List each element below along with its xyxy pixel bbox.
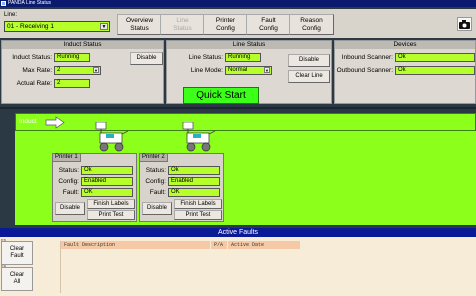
active-faults-header: Active Faults: [0, 228, 476, 237]
line-status-value: Running: [225, 53, 261, 62]
app-icon: [1, 1, 6, 6]
printer-fault-label: Fault:: [62, 189, 79, 196]
printer-fault-label: Fault:: [149, 189, 166, 196]
printer-config-button[interactable]: Printer Config: [203, 14, 248, 35]
line-mode-label: Line Mode:: [190, 67, 223, 74]
printer-fault-value: OK: [168, 188, 220, 197]
clear-all-button[interactable]: Clear All: [1, 267, 33, 291]
line-disable-button[interactable]: Disable: [288, 54, 330, 67]
printer-disable-button[interactable]: Disable: [142, 202, 172, 215]
button-label: Config: [216, 25, 235, 32]
quick-start-button[interactable]: Quick Start: [183, 87, 259, 104]
clear-line-button[interactable]: Clear Line: [288, 70, 330, 83]
line-status-label: Line Status:: [188, 54, 223, 61]
overview-status-button[interactable]: Overview Status: [117, 14, 162, 35]
induct-conveyor: Induct: [15, 113, 476, 131]
print-test-button[interactable]: Print Test: [87, 210, 135, 220]
button-label: Overview: [125, 17, 154, 24]
induct-label: Induct: [19, 118, 37, 125]
printer-status-value: Ok: [168, 166, 220, 175]
button-label: Status: [130, 25, 149, 32]
title-bar: PANDA Line Status: [0, 0, 476, 7]
printer-disable-button[interactable]: Disable: [55, 202, 85, 215]
button-label: Line: [176, 17, 189, 24]
divider: [0, 107, 476, 109]
printer-status-value: Ok: [81, 166, 133, 175]
button-label: All: [13, 279, 21, 285]
actual-rate-value: 2: [54, 79, 90, 88]
max-rate-select[interactable]: 2 ▼: [54, 66, 101, 75]
printer-status-label: Status:: [145, 167, 166, 174]
printer-status-label: Status:: [58, 167, 79, 174]
active-faults-panel: F5 Clear Fault F6 Clear All Fault Descri…: [0, 237, 476, 296]
panel-title: Induct Status: [2, 41, 163, 49]
button-label: Fault: [10, 253, 24, 259]
arrow-right-icon: [45, 116, 65, 129]
chevron-down-icon[interactable]: ▼: [100, 23, 108, 30]
outbound-scanner-value: Ok: [395, 66, 475, 75]
induct-status-value: Running: [54, 53, 90, 62]
chevron-down-icon[interactable]: ▼: [93, 67, 99, 73]
reason-config-button[interactable]: Reason Config: [289, 14, 334, 35]
finish-labels-button[interactable]: Finish Labels: [87, 199, 135, 209]
panel-title: Line Status: [167, 41, 331, 49]
app-window: PANDA Line Status Line: 01 - Receiving 1…: [0, 0, 476, 296]
printer-config-label: Config:: [145, 178, 166, 185]
chevron-down-icon[interactable]: ▼: [264, 67, 270, 73]
line-label: Line:: [4, 12, 18, 18]
clear-fault-button[interactable]: Clear Fault: [1, 241, 33, 265]
toolbar: Line: 01 - Receiving 1 ▼ Overview Status…: [0, 9, 476, 38]
printer-2-cart-icon: [182, 122, 216, 152]
line-select-value: 01 - Receiving 1: [7, 23, 54, 30]
button-label: Config: [302, 25, 321, 32]
induct-status-panel: Induct Status Induct Status: Running Max…: [1, 40, 164, 104]
button-label: Clear: [9, 246, 25, 252]
print-test-button[interactable]: Print Test: [174, 210, 222, 220]
panel-title: Devices: [335, 41, 475, 49]
button-label: Status: [173, 25, 192, 32]
fault-config-button[interactable]: Fault Config: [246, 14, 291, 35]
max-rate-label: Max Rate:: [22, 67, 52, 74]
window-title: PANDA Line Status: [8, 0, 51, 6]
printer-title: Printer 2: [139, 153, 168, 162]
devices-panel: Devices Inbound Scanner: Ok Outbound Sca…: [334, 40, 476, 104]
actual-rate-label: Actual Rate:: [16, 80, 52, 87]
finish-labels-button[interactable]: Finish Labels: [174, 199, 222, 209]
induct-status-label: Induct Status:: [12, 54, 52, 61]
column-header-active-date[interactable]: Active Date: [228, 241, 300, 249]
column-header-pa[interactable]: P/A: [211, 241, 227, 249]
button-label: Clear: [9, 272, 25, 278]
printer-fault-value: OK: [81, 188, 133, 197]
outbound-scanner-label: Outbound Scanner:: [336, 67, 393, 74]
button-label: Reason: [300, 17, 323, 24]
column-header-fault-description[interactable]: Fault Description: [61, 241, 210, 249]
line-status-button[interactable]: Line Status: [160, 14, 205, 35]
printer-2-panel: Printer 2 Status: Ok Config: Enabled Fau…: [139, 153, 224, 222]
line-mode-value: Normal: [228, 67, 248, 73]
max-rate-value: 2: [57, 67, 61, 73]
printer-config-label: Config:: [58, 178, 79, 185]
line-mode-select[interactable]: Normal ▼: [225, 66, 272, 75]
printer-1-cart-icon: [95, 122, 129, 152]
printer-1-panel: Printer 1 Status: Ok Config: Enabled Fau…: [52, 153, 137, 222]
inbound-scanner-label: Inbound Scanner:: [341, 54, 393, 61]
camera-icon[interactable]: [457, 17, 472, 31]
printer-config-value: Enabled: [81, 177, 133, 186]
printer-config-value: Enabled: [168, 177, 220, 186]
printer-title: Printer 1: [52, 153, 81, 162]
button-label: Config: [259, 25, 278, 32]
button-label: Printer: [215, 17, 236, 24]
induct-disable-button[interactable]: Disable: [130, 52, 163, 65]
inbound-scanner-value: Ok: [395, 53, 475, 62]
line-select[interactable]: 01 - Receiving 1 ▼: [4, 21, 110, 32]
button-label: Fault: [261, 17, 276, 24]
